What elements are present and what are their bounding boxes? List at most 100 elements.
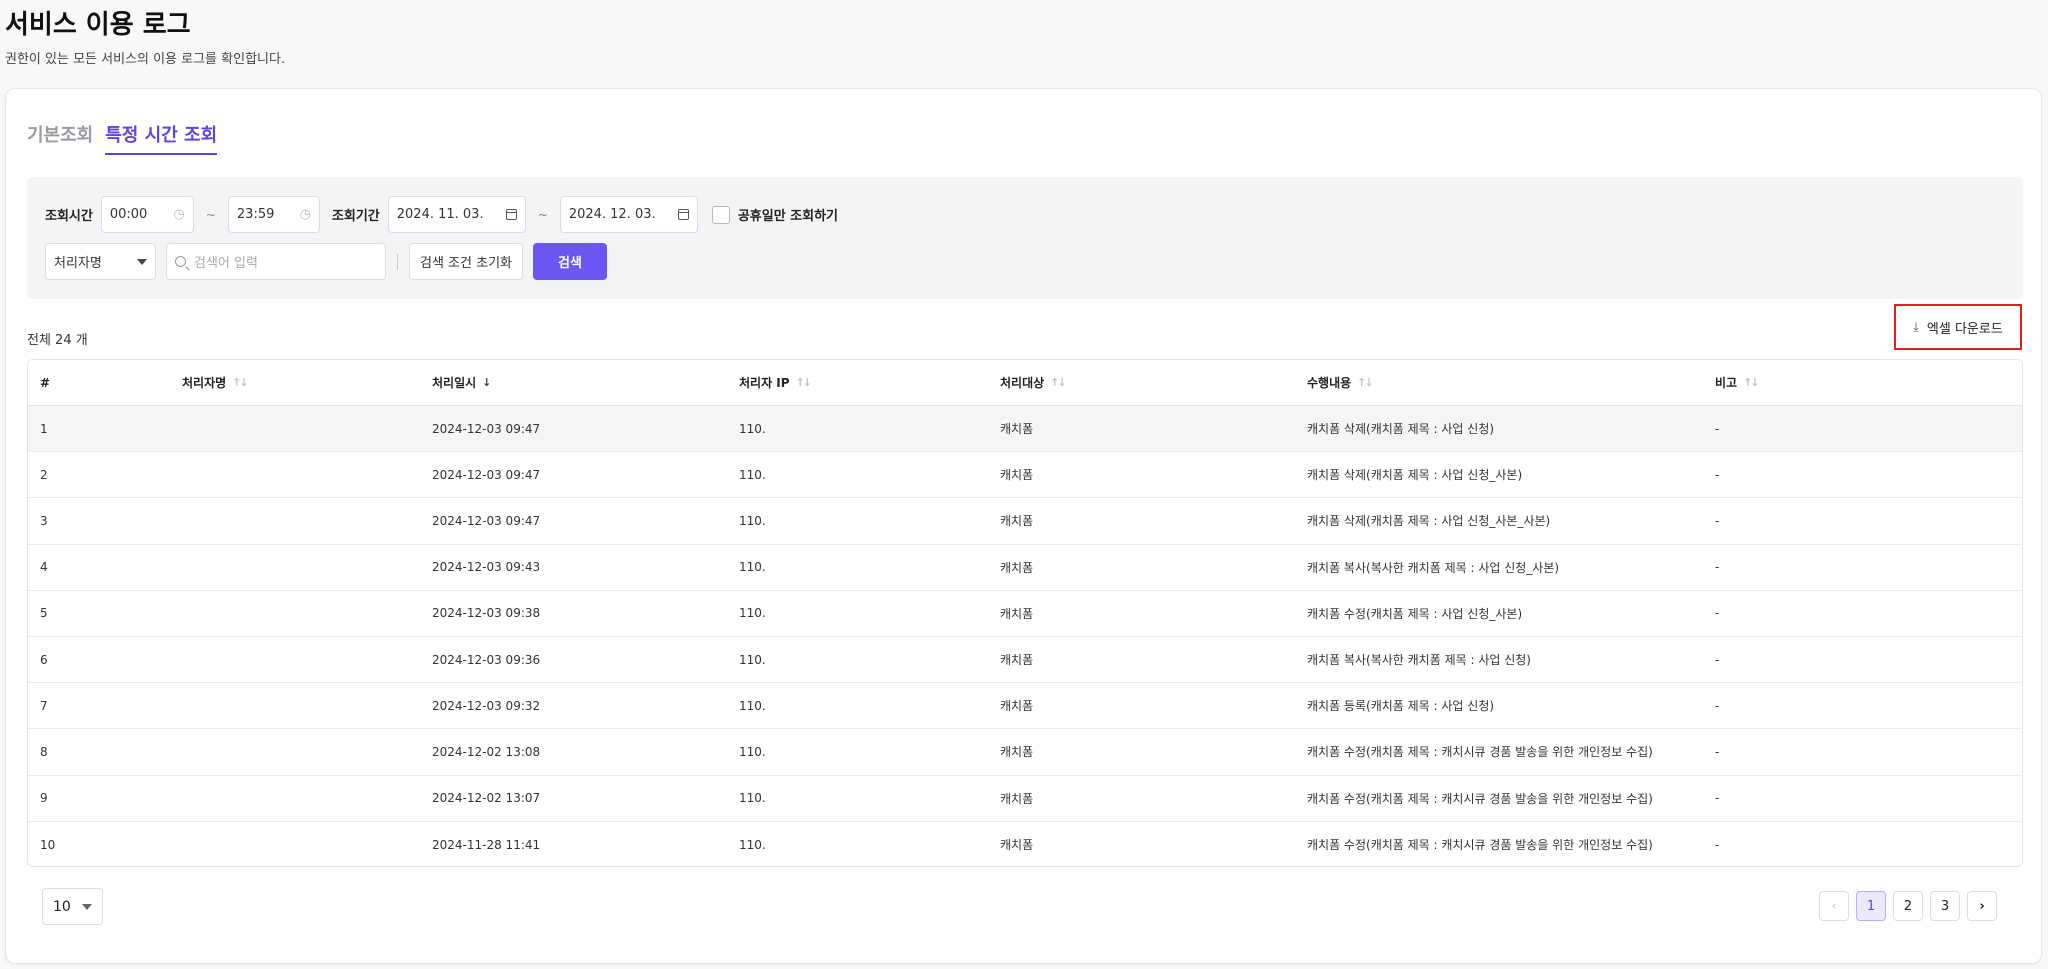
cell-ip: 110. [739,837,766,852]
cell-action: 캐치폼 수정(캐치폼 제목 : 캐치시큐 경품 발송을 위한 개인정보 수집) [1307,745,1653,760]
page-button[interactable]: 3 [1930,891,1960,921]
cell-action: 캐치폼 삭제(캐치폼 제목 : 사업 신청_사본_사본) [1307,514,1551,529]
cell-no: 8 [40,744,48,759]
cell-no: 4 [40,560,48,575]
calendar-icon[interactable] [505,209,517,220]
date-to-input[interactable]: 2024. 12. 03. [559,196,698,233]
table-row[interactable]: 3 2024-12-03 09:47 110. 캐치폼 캐치폼 삭제(캐치폼 제목 : … [28,498,2022,545]
holiday-only-label[interactable]: 공휴일만 조회하기 [738,205,838,224]
search-input[interactable]: 검색어 입력 [166,243,386,280]
search-button[interactable]: 검색 [533,243,607,280]
excel-download-label: 엑셀 다운로드 [1926,321,2003,337]
table-row[interactable]: 1 2024-12-03 09:47 110. 캐치폼 캐치폼 삭제(캐치폼 제목 : … [28,406,2022,453]
cell-ip: 110. [739,560,766,575]
page-subtitle: 권한이 있는 모든 서비스의 이용 로그를 확인합니다. [5,52,286,67]
cell-no: 5 [40,606,48,621]
cell-datetime: 2024-12-03 09:36 [432,652,541,667]
page-button[interactable]: 2 [1893,891,1923,921]
sort-icon[interactable]: ↑↓ [1357,376,1374,389]
cell-datetime: 2024-12-02 13:07 [432,791,541,806]
prev-page-button[interactable]: ‹ [1819,891,1849,921]
col-header-label: 수행내용 [1307,376,1352,390]
chevron-left-icon: ‹ [1831,898,1837,914]
calendar-icon[interactable] [677,209,689,220]
sort-icon[interactable]: ↑↓ [1743,376,1760,389]
cell-datetime: 2024-12-02 13:08 [432,744,541,759]
cell-action: 캐치폼 삭제(캐치폼 제목 : 사업 신청) [1307,422,1495,437]
period-label: 조회기간 [331,209,380,224]
search-field-value: 처리자명 [54,256,102,271]
cell-no: 2 [40,467,48,482]
col-header-label: # [40,375,51,390]
chevron-down-icon [82,903,92,910]
col-header-target[interactable]: 처리대상 ↑↓ [1000,374,1307,391]
col-header-label: 처리대상 [1000,376,1045,390]
search-placeholder: 검색어 입력 [194,256,258,271]
reset-filters-button[interactable]: 검색 조건 초기화 [409,243,523,280]
time-to-input[interactable]: 23:59 ◷ [227,196,320,233]
time-label: 조회시간 [45,209,93,224]
cell-note: - [1715,560,1720,575]
cell-datetime: 2024-12-03 09:38 [432,606,541,621]
time-range-separator: ~ [205,207,216,222]
table-row[interactable]: 7 2024-12-03 09:32 110. 캐치폼 캐치폼 등록(캐치폼 제목 : … [28,683,2022,730]
cell-note: - [1715,421,1720,436]
col-header-label: 비고 [1715,376,1738,390]
col-header-no: # [28,376,182,390]
cell-action: 캐치폼 수정(캐치폼 제목 : 사업 신청_사본) [1307,606,1523,621]
table-row[interactable]: 8 2024-12-02 13:08 110. 캐치폼 캐치폼 수정(캐치폼 제목 : … [28,729,2022,776]
sort-icon[interactable]: ↑↓ [1050,376,1067,389]
cell-ip: 110. [739,652,766,667]
sort-icon[interactable]: ↑↓ [796,376,813,389]
table-row[interactable]: 4 2024-12-03 09:43 110. 캐치폼 캐치폼 복사(복사한 캐치폼 제… [28,545,2022,591]
cell-note: - [1715,652,1720,667]
page-button[interactable]: 1 [1856,891,1886,921]
cell-no: 9 [40,791,48,806]
cell-no: 7 [40,698,48,713]
cell-action: 캐치폼 수정(캐치폼 제목 : 캐치시큐 경품 발송을 위한 개인정보 수집) [1307,838,1653,853]
chevron-down-icon [137,258,147,265]
cell-no: 3 [40,513,48,528]
table-row[interactable]: 2 2024-12-03 09:47 110. 캐치폼 캐치폼 삭제(캐치폼 제목 : … [28,452,2022,499]
log-table: # 처리자명 ↑↓ 처리일시 ↓ 처리자 IP ↑↓ 처리대상 ↑↓ 수행내용 ↑↓ 비고… [27,359,2023,867]
cell-note: - [1715,744,1720,759]
cell-note: - [1715,513,1720,528]
rows-per-page-select[interactable]: 10 [42,888,103,925]
holiday-only-checkbox[interactable] [711,205,730,224]
sort-icon[interactable]: ↑↓ [232,376,249,389]
table-row[interactable]: 6 2024-12-03 09:36 110. 캐치폼 캐치폼 복사(복사한 캐치폼 제… [28,637,2022,684]
col-header-note[interactable]: 비고 ↑↓ [1715,374,2015,391]
sort-desc-icon[interactable]: ↓ [482,376,491,389]
table-row[interactable]: 9 2024-12-02 13:07 110. 캐치폼 캐치폼 수정(캐치폼 제목 : … [28,776,2022,822]
next-page-button[interactable]: › [1967,891,1997,921]
col-header-name[interactable]: 처리자명 ↑↓ [182,374,432,391]
tab-bar: 기본조회 특정 시간 조회 [27,121,218,155]
cell-action: 캐치폼 등록(캐치폼 제목 : 사업 신청) [1307,699,1495,714]
col-header-ip[interactable]: 처리자 IP ↑↓ [739,374,1000,391]
date-from-input[interactable]: 2024. 11. 03. [387,196,526,233]
tab-basic-search[interactable]: 기본조회 [27,121,93,155]
cell-ip: 110. [739,698,766,713]
search-field-select[interactable]: 처리자명 [45,243,156,280]
table-row[interactable]: 10 2024-11-28 11:41 110. 캐치폼 캐치폼 수정(캐치폼 제목 :… [28,822,2022,866]
cell-no: 6 [40,652,48,667]
table-row[interactable]: 5 2024-12-03 09:38 110. 캐치폼 캐치폼 수정(캐치폼 제목 : … [28,591,2022,637]
rows-per-page-value: 10 [53,898,71,915]
cell-datetime: 2024-12-03 09:47 [432,467,541,482]
divider [397,253,398,270]
cell-target: 캐치폼 [1000,745,1034,760]
cell-datetime: 2024-11-28 11:41 [432,837,541,852]
cell-action: 캐치폼 복사(복사한 캐치폼 제목 : 사업 신청) [1307,653,1531,668]
filter-panel: 조회시간 00:00 ◷ ~ 23:59 ◷ 조회기간 2024. 11. 03… [27,177,2023,299]
col-header-datetime[interactable]: 처리일시 ↓ [432,374,739,391]
tab-specific-time-search[interactable]: 특정 시간 조회 [105,121,218,155]
date-range-separator: ~ [537,207,548,222]
cell-note: - [1715,837,1720,852]
excel-download-button[interactable]: ⤓ 엑셀 다운로드 [1894,304,2022,350]
cell-target: 캐치폼 [1000,560,1034,575]
cell-action: 캐치폼 삭제(캐치폼 제목 : 사업 신청_사본) [1307,468,1523,483]
cell-target: 캐치폼 [1000,514,1034,529]
time-from-input[interactable]: 00:00 ◷ [100,196,194,233]
col-header-action[interactable]: 수행내용 ↑↓ [1307,374,1715,391]
cell-note: - [1715,606,1720,621]
